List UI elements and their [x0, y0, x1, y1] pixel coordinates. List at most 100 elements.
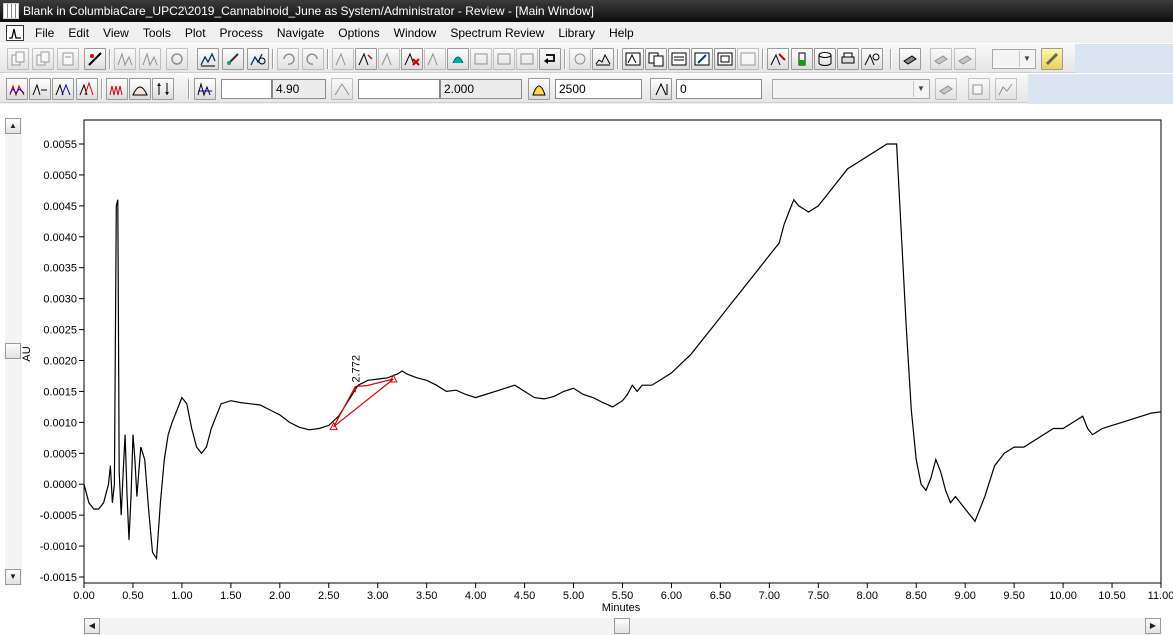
pen-icon[interactable] — [222, 48, 244, 70]
calibration-window-icon[interactable] — [737, 48, 759, 70]
table-window-icon[interactable] — [668, 48, 690, 70]
menu-window[interactable]: Window — [387, 26, 444, 40]
y-tick-label: 0.0045 — [43, 201, 77, 213]
multi-peaks-icon[interactable] — [106, 78, 128, 100]
undo-icon[interactable] — [277, 48, 299, 70]
redo-icon[interactable] — [302, 48, 324, 70]
save-method-icon[interactable] — [954, 48, 976, 70]
menu-help[interactable]: Help — [602, 26, 641, 40]
find-peak-icon[interactable] — [767, 48, 789, 70]
spectrum-icon[interactable] — [592, 48, 614, 70]
print-icon[interactable] — [837, 48, 859, 70]
scroll-thumb-horizontal[interactable] — [614, 618, 630, 634]
horizontal-scrollbar[interactable]: ◀ ▶ — [84, 618, 1161, 635]
toolbar-band — [1075, 44, 1173, 74]
database-icon[interactable] — [814, 48, 836, 70]
baseline-icon[interactable] — [378, 48, 400, 70]
refresh-icon[interactable] — [166, 48, 188, 70]
multi-chrom-icon[interactable] — [6, 78, 28, 100]
x-tick-label: 9.50 — [1003, 590, 1024, 602]
chevron-down-icon[interactable]: ▼ — [1019, 51, 1034, 67]
chromatogram-window-icon[interactable] — [622, 48, 644, 70]
min-height-value[interactable]: 0 — [676, 79, 762, 99]
y-tick-label: -0.0015 — [40, 572, 77, 584]
min-area-value[interactable]: 2500 — [555, 79, 642, 99]
threshold-value[interactable]: 4.90 — [272, 79, 326, 99]
apply-icon[interactable] — [935, 78, 957, 100]
clone-icon[interactable] — [968, 78, 990, 100]
skim-icon[interactable] — [470, 48, 492, 70]
document-chromatogram-icon[interactable] — [6, 24, 24, 41]
x-tick-label: 2.00 — [269, 590, 290, 602]
min-area-icon[interactable] — [528, 78, 550, 100]
menu-navigate[interactable]: Navigate — [270, 26, 331, 40]
peak-width-icon[interactable] — [331, 78, 353, 100]
peak-tool-icon[interactable] — [84, 48, 106, 70]
overlay-icon[interactable] — [76, 78, 98, 100]
tangent-icon[interactable] — [516, 48, 538, 70]
menu-plot[interactable]: Plot — [178, 26, 213, 40]
y-tick-label: 0.0030 — [43, 294, 77, 306]
x-tick-label: 9.00 — [954, 590, 975, 602]
quantitate-icon[interactable] — [139, 48, 161, 70]
menu-process[interactable]: Process — [213, 26, 270, 40]
delete-peak-icon[interactable] — [401, 48, 423, 70]
x-tick-label: 6.50 — [710, 590, 731, 602]
stack-icon[interactable] — [52, 78, 74, 100]
review-icon[interactable] — [861, 48, 883, 70]
calibrate-icon[interactable] — [569, 48, 591, 70]
y-tick-label: 0.0015 — [43, 386, 77, 398]
menu-tools[interactable]: Tools — [136, 26, 178, 40]
normalize-icon[interactable] — [29, 78, 51, 100]
plot-overlay-icon[interactable] — [197, 48, 219, 70]
chevron-down-icon[interactable]: ▼ — [913, 81, 928, 97]
save-icon[interactable] — [899, 48, 921, 70]
peak-width-input-empty[interactable] — [358, 79, 440, 99]
threshold-icon[interactable] — [194, 78, 216, 100]
menu-spectrum-review[interactable]: Spectrum Review — [443, 26, 551, 40]
menu-file[interactable]: File — [28, 26, 61, 40]
x-axis-label: Minutes — [602, 602, 641, 614]
peak-fill-icon[interactable] — [129, 78, 151, 100]
split-peak-icon[interactable] — [424, 48, 446, 70]
copy-icon[interactable] — [7, 48, 29, 70]
y-tick-label: 0.0055 — [43, 139, 77, 151]
save-all-icon[interactable] — [930, 48, 952, 70]
x-tick-label: 0.50 — [122, 590, 143, 602]
report-window-icon[interactable] — [714, 48, 736, 70]
copy-region-icon[interactable] — [32, 48, 54, 70]
x-tick-label: 6.00 — [661, 590, 682, 602]
peak-end-icon[interactable] — [355, 48, 377, 70]
next-icon[interactable] — [539, 48, 561, 70]
toolbar-combo[interactable]: ▼ — [992, 49, 1036, 69]
valley-icon[interactable] — [493, 48, 515, 70]
vial-icon[interactable] — [791, 48, 813, 70]
threshold-input-empty[interactable] — [221, 79, 272, 99]
highlight-icon[interactable] — [1041, 48, 1063, 70]
integrate-icon[interactable] — [114, 48, 136, 70]
y-tick-label: -0.0005 — [40, 510, 77, 522]
y-tick-label: 0.0005 — [43, 448, 77, 460]
chart-export-icon[interactable] — [995, 78, 1017, 100]
y-tick-label: 0.0010 — [43, 417, 77, 429]
peak-width-value[interactable]: 2.000 — [440, 79, 522, 99]
menu-view[interactable]: View — [96, 26, 136, 40]
peak-start-icon[interactable] — [332, 48, 354, 70]
min-height-icon[interactable] — [650, 78, 672, 100]
chromatogram-plot[interactable]: 0.0055 0.0050 0.0045 0.0040 0.0035 0.0030 0.00… — [0, 104, 1173, 619]
results-window-icon[interactable] — [645, 48, 667, 70]
menu-edit[interactable]: Edit — [61, 26, 96, 40]
y-axis: 0.0055 0.0050 0.0045 0.0040 0.0035 0.0030 0.00… — [40, 139, 84, 584]
processing-method-select[interactable]: ▼ — [772, 79, 930, 99]
zoom-plot-icon[interactable] — [247, 48, 269, 70]
x-tick-label: 4.50 — [514, 590, 535, 602]
menu-options[interactable]: Options — [331, 26, 386, 40]
menu-library[interactable]: Library — [551, 26, 602, 40]
add-peak-icon[interactable] — [447, 48, 469, 70]
axis-scale-icon[interactable] — [152, 78, 174, 100]
scroll-right-icon[interactable]: ▶ — [1145, 618, 1161, 634]
x-tick-label: 8.50 — [906, 590, 927, 602]
scroll-left-icon[interactable]: ◀ — [84, 618, 100, 634]
paste-icon[interactable] — [57, 48, 79, 70]
method-window-icon[interactable] — [691, 48, 713, 70]
